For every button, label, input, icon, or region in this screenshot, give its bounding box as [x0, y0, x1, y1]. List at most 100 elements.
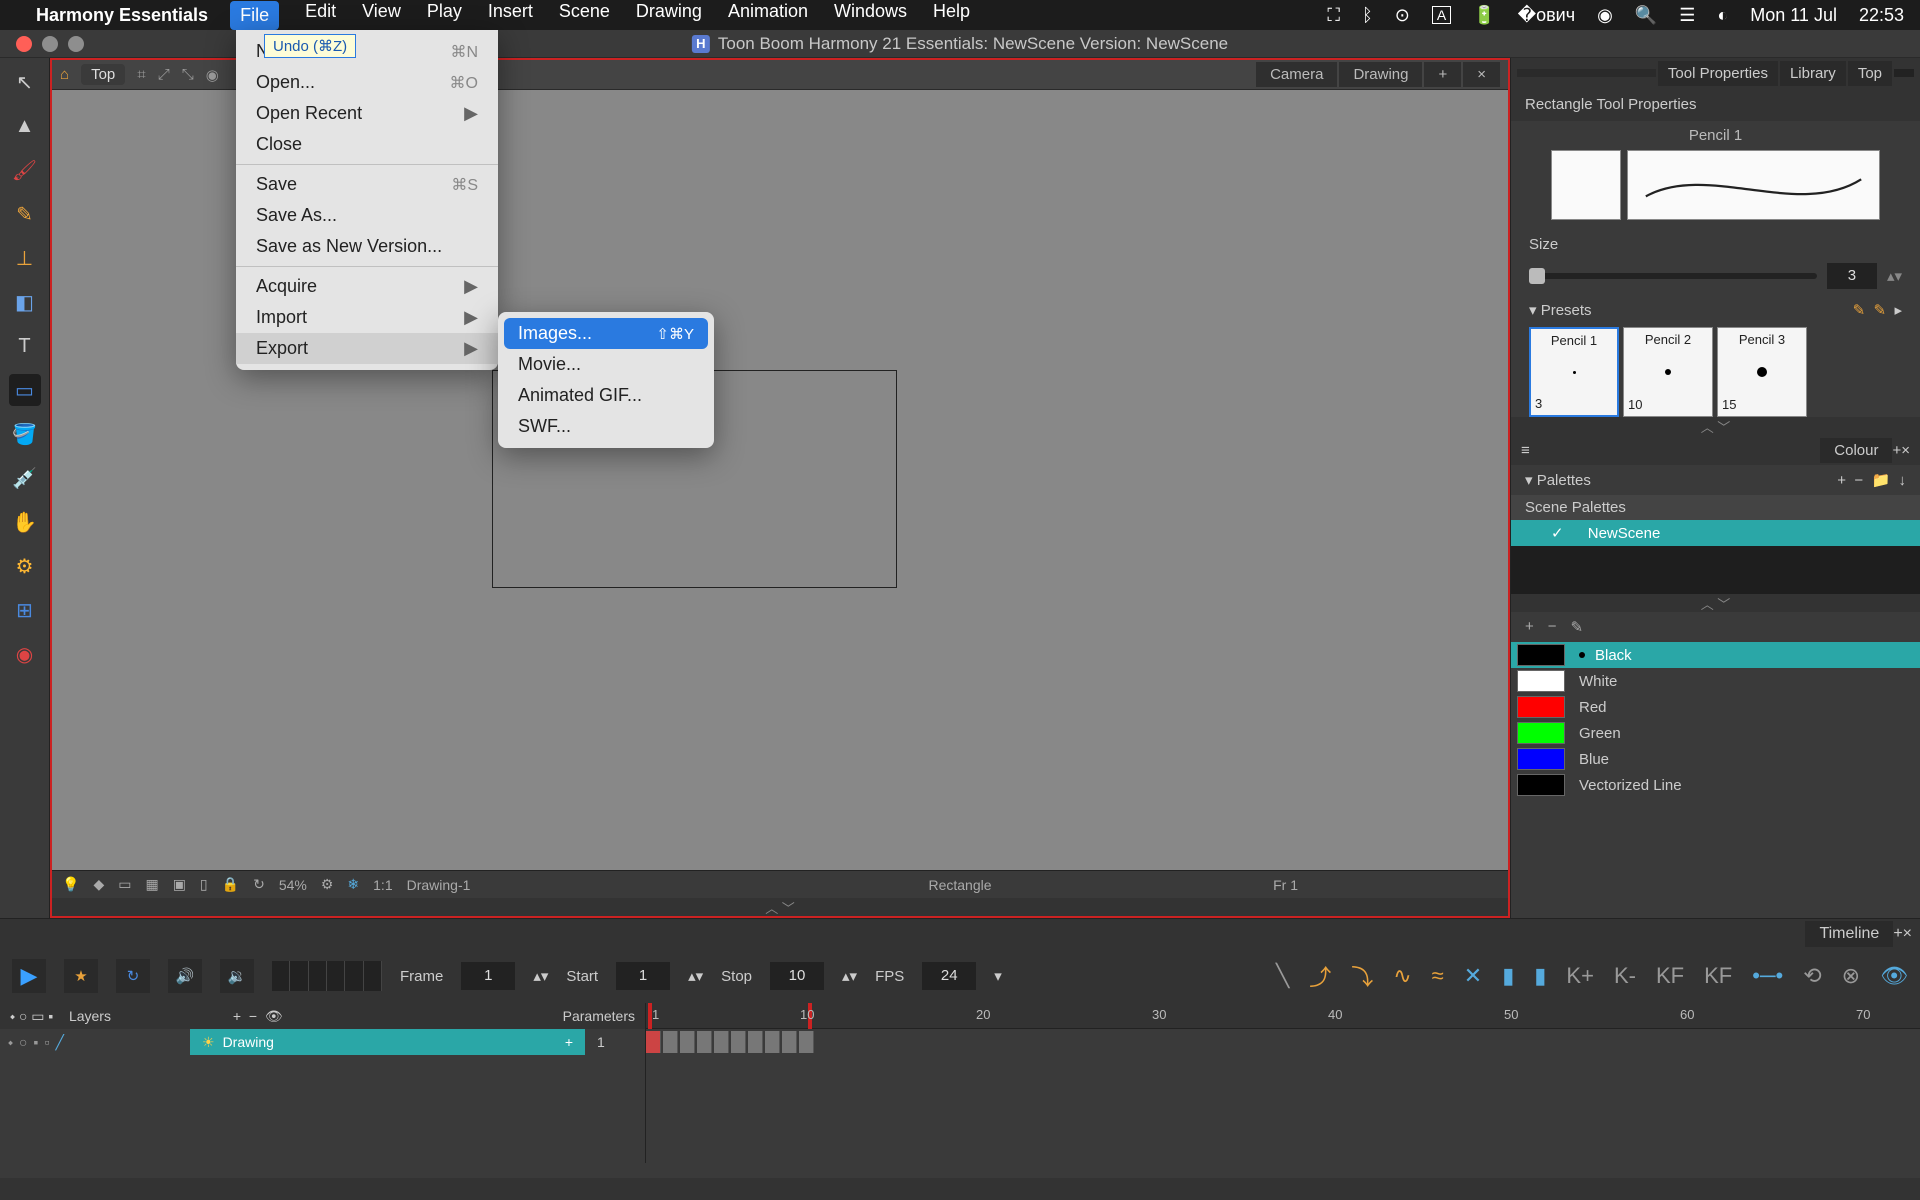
app-name[interactable]: Harmony Essentials	[36, 5, 208, 26]
sound-button[interactable]: 🔊	[168, 959, 202, 993]
transform-tool[interactable]: ↖︎	[9, 66, 41, 98]
tab-camera[interactable]: Camera	[1256, 62, 1337, 87]
tab-close[interactable]: ×	[1463, 62, 1500, 87]
frame-cell[interactable]	[680, 1031, 695, 1053]
battery-icon[interactable]: 🔋	[1473, 5, 1495, 26]
start-stepper[interactable]: ▴▾	[688, 967, 703, 985]
siri-icon[interactable]: ◐	[1717, 5, 1728, 26]
keyframe-button[interactable]: ★	[64, 959, 98, 993]
menu-close[interactable]: Close	[236, 129, 498, 160]
layer-vis-icon[interactable]: ○	[19, 1034, 27, 1050]
menu-insert[interactable]: Insert	[488, 1, 533, 30]
stop-field[interactable]: 10	[770, 962, 824, 990]
tl-tool-dot[interactable]: •─•	[1752, 963, 1783, 989]
size-value[interactable]: 3	[1827, 263, 1877, 289]
paint-bucket-tool[interactable]: 🪣	[9, 418, 41, 450]
wifi-icon[interactable]: �ович	[1518, 5, 1575, 26]
layer-drawing-row[interactable]: ⬩ ○ ▪ ▫ ╱ ☀ Drawing + 1	[0, 1029, 645, 1055]
menu-import[interactable]: Import▶	[236, 302, 498, 333]
menu-file[interactable]: File	[230, 1, 279, 30]
frame-cell[interactable]	[799, 1031, 814, 1053]
close-window-button[interactable]	[16, 36, 32, 52]
refresh-icon[interactable]: ↻	[253, 876, 265, 893]
stop-stepper[interactable]: ▴▾	[842, 967, 857, 985]
tab-library[interactable]: Library	[1780, 61, 1846, 86]
eyedropper-tool[interactable]: 💉	[9, 462, 41, 494]
export-images[interactable]: Images...⇧⌘Y	[504, 318, 708, 349]
layer-colour-icon[interactable]: ▪	[34, 1034, 39, 1050]
tab-add[interactable]: +	[1424, 62, 1461, 87]
bluetooth-icon[interactable]: ᛒ	[1362, 5, 1373, 26]
tl-tool-kf2[interactable]: KF	[1704, 963, 1732, 989]
letter-a-icon[interactable]: A	[1432, 6, 1451, 24]
frames-row[interactable]	[646, 1029, 1920, 1055]
clock-time[interactable]: 22:53	[1859, 5, 1904, 26]
play-button[interactable]: ▶	[12, 959, 46, 993]
rectangle-tool[interactable]: ▭	[9, 374, 41, 406]
size-slider[interactable]	[1529, 273, 1817, 279]
play-status-icon[interactable]: ⊙	[1395, 5, 1410, 26]
frame-cell[interactable]	[697, 1031, 712, 1053]
tab-top[interactable]: Top	[1848, 61, 1892, 86]
tl-tool-line[interactable]: ╲	[1276, 963, 1289, 989]
layer-plus-icon[interactable]: +	[565, 1034, 573, 1050]
tab-colour[interactable]: Colour	[1820, 438, 1892, 463]
menu-drawing[interactable]: Drawing	[636, 1, 702, 30]
menu-windows[interactable]: Windows	[834, 1, 907, 30]
tl-tool-eye[interactable]: 👁	[1880, 963, 1908, 989]
tl-tool-x[interactable]: ✕	[1464, 963, 1482, 989]
scrollbar-stub[interactable]	[1894, 69, 1914, 77]
frame-cell[interactable]	[765, 1031, 780, 1053]
frame-cell-1[interactable]	[646, 1031, 661, 1053]
tl-tool-curve4[interactable]: ≈	[1432, 963, 1444, 989]
tl-tool-kminus[interactable]: K-	[1614, 963, 1636, 989]
tl-tool-curve3[interactable]: ∿	[1393, 963, 1411, 989]
tab-tool-properties[interactable]: Tool Properties	[1658, 61, 1778, 86]
frame-cell[interactable]	[748, 1031, 763, 1053]
layer-lock-icon[interactable]: ⬩	[8, 1034, 13, 1051]
spotlight-icon[interactable]: 🔍	[1635, 5, 1657, 26]
text-tool[interactable]: T	[9, 330, 41, 362]
status-icon-4[interactable]: ▣	[173, 876, 186, 893]
preset-menu-icon[interactable]: ▸	[1894, 301, 1902, 319]
collapse-handle-h1[interactable]: ︿ ﹀	[52, 898, 1508, 916]
status-icon-3[interactable]: ▦	[145, 876, 158, 893]
collapse-handle-presets[interactable]: ︿ ﹀	[1511, 417, 1920, 435]
frames-column[interactable]: 1 10 20 30 40 50 60 70	[646, 1003, 1920, 1163]
preset-edit-icon[interactable]: ✎	[1874, 301, 1887, 319]
palette-folder-icon[interactable]: 📁	[1871, 471, 1890, 489]
palettes-disclosure-icon[interactable]: ▾	[1525, 471, 1533, 489]
swatch-green[interactable]: Green	[1511, 720, 1920, 746]
timeline-add-icon[interactable]: +	[1893, 925, 1902, 943]
swatch-vectorized-line[interactable]: Vectorized Line	[1511, 772, 1920, 798]
swatch-blue[interactable]: Blue	[1511, 746, 1920, 772]
fps-field[interactable]: 24	[922, 962, 976, 990]
lc-icon4[interactable]: ▪	[48, 1008, 53, 1024]
preset-pencil-3[interactable]: Pencil 3 15	[1717, 327, 1807, 417]
status-icon-1[interactable]: ◆	[93, 876, 104, 893]
tl-tool-curve1[interactable]: ⤴	[1309, 960, 1331, 992]
maximize-window-button[interactable]	[68, 36, 84, 52]
tl-tool-ex[interactable]: ⊗	[1842, 963, 1860, 989]
fullscreen-icon[interactable]: ⛶	[1327, 5, 1340, 26]
layer-name-cell[interactable]: ☀ Drawing +	[190, 1029, 585, 1055]
palette-down-icon[interactable]: ↓	[1899, 472, 1907, 489]
onion-skin-slider[interactable]	[272, 961, 382, 991]
disk-icon[interactable]: ◉	[206, 66, 219, 84]
frame-cell[interactable]	[731, 1031, 746, 1053]
grid-icon[interactable]: ⌗	[137, 66, 145, 84]
palette-newscene[interactable]: ✓ NewScene	[1511, 520, 1920, 546]
brush-tip-preview[interactable]	[1551, 150, 1621, 220]
tl-tool-marker1[interactable]: ▮	[1502, 963, 1514, 989]
snow-icon[interactable]: ❄︎	[347, 876, 359, 893]
select-tool[interactable]: ▲	[9, 110, 41, 142]
menu-acquire[interactable]: Acquire▶	[236, 271, 498, 302]
presets-disclosure-icon[interactable]: ▾	[1529, 301, 1537, 319]
tab-timeline[interactable]: Timeline	[1805, 921, 1893, 947]
frame-ruler[interactable]: 1 10 20 30 40 50 60 70	[646, 1003, 1920, 1029]
preset-pencil-1[interactable]: Pencil 1 3	[1529, 327, 1619, 417]
timeline-close-icon[interactable]: ×	[1903, 925, 1912, 943]
status-icon-2[interactable]: ▭	[118, 876, 131, 893]
status-icon-5[interactable]: ▯	[200, 876, 208, 893]
menu-help[interactable]: Help	[933, 1, 970, 30]
